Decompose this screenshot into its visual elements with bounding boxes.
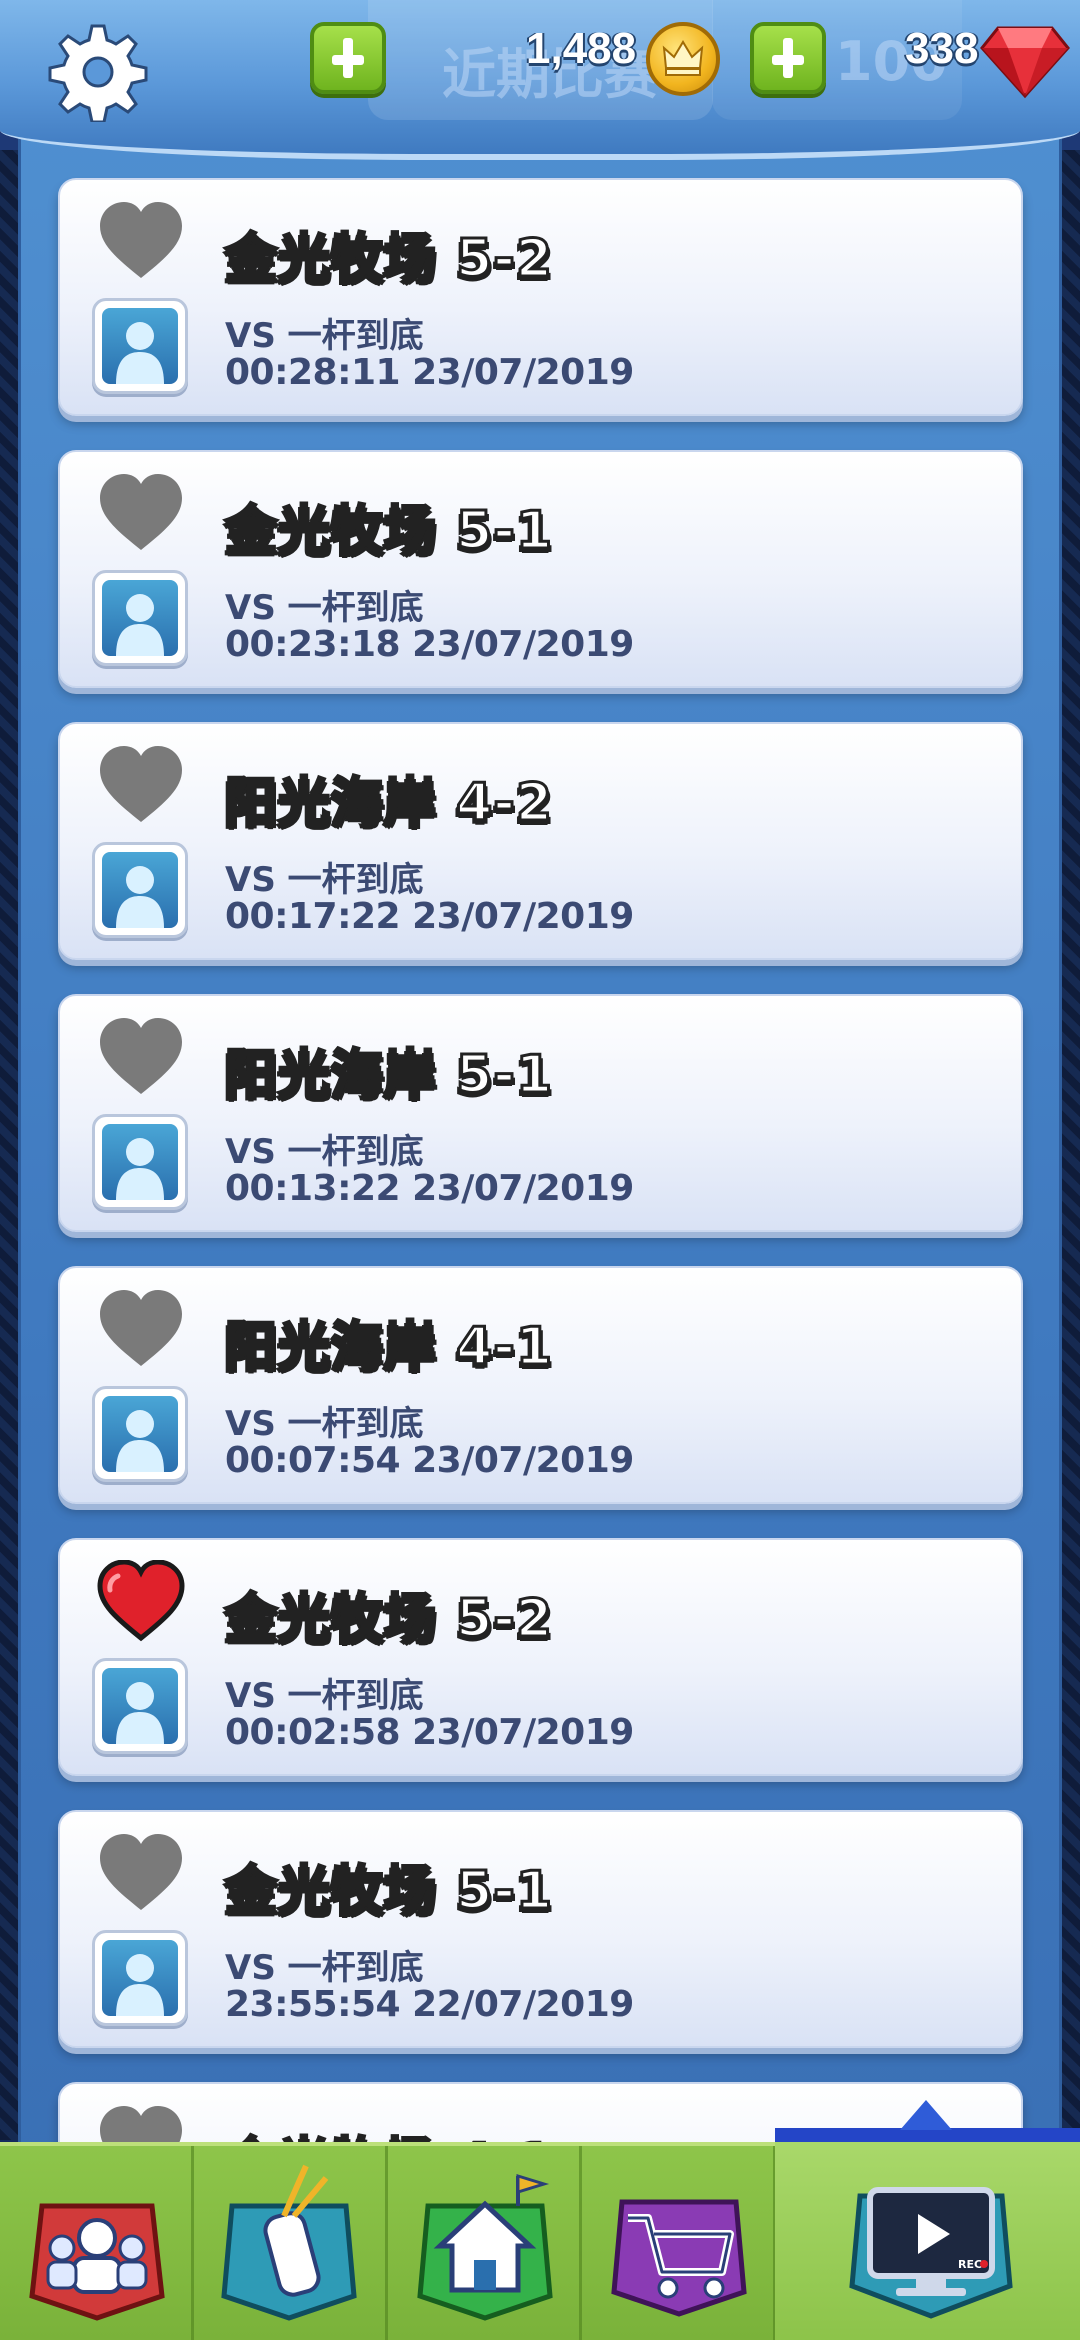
player-silhouette-icon: [116, 1138, 164, 1200]
player-silhouette-icon: [116, 866, 164, 928]
gem-count: 338: [905, 24, 979, 73]
avatar[interactable]: [92, 1386, 188, 1482]
match-timestamp: 00:23:18 23/07/2019: [225, 624, 634, 665]
active-tab-indicator: [900, 2100, 952, 2130]
opponent-label: VS 一杆到底: [225, 1132, 424, 1172]
nav-golf-bag[interactable]: [194, 2146, 388, 2340]
opponent-label: VS 一杆到底: [225, 316, 424, 356]
top-bar: 近期比赛 100 1,488 338: [0, 0, 1080, 160]
right-border: [1062, 150, 1080, 2140]
add-coins-button[interactable]: [310, 22, 386, 94]
player-silhouette-icon: [116, 1410, 164, 1472]
avatar[interactable]: [92, 1930, 188, 2026]
match-card[interactable]: 金光牧场 5-2 VS 一杆到底 00:28:11 23/07/2019: [58, 178, 1023, 416]
heart-outline-icon[interactable]: [96, 1016, 186, 1098]
course-title: 金光牧场 5-2: [223, 228, 554, 291]
course-title: 金光牧场 5-2: [223, 1588, 554, 1651]
player-silhouette-icon: [116, 1954, 164, 2016]
match-timestamp: 00:02:58 23/07/2019: [225, 1712, 634, 1753]
match-card[interactable]: 金光牧场 5-1 VS 一杆到底 00:23:18 23/07/2019: [58, 450, 1023, 688]
app-screen: 近期比赛 100 1,488 338 金光牧场 5-2 VS 一杆到底 00:2…: [0, 0, 1080, 2340]
course-title: 金光牧场 5-1: [223, 1860, 554, 1923]
red-gem-icon: [980, 26, 1070, 99]
course-title: 阳光海岸 4-1: [223, 1316, 554, 1379]
nav-home[interactable]: [388, 2146, 582, 2340]
left-border: [0, 150, 18, 2140]
opponent-label: VS 一杆到底: [225, 860, 424, 900]
avatar[interactable]: [92, 1658, 188, 1754]
replay-monitor-icon: REC: [849, 2187, 1013, 2319]
player-silhouette-icon: [116, 1682, 164, 1744]
golf-bag-icon: [221, 2164, 357, 2321]
bottom-nav: REC: [0, 2100, 1080, 2340]
rec-label: REC: [958, 2258, 982, 2271]
heart-outline-icon[interactable]: [96, 200, 186, 282]
heart-filled-icon[interactable]: [96, 1560, 186, 1642]
shop-cart-icon: [611, 2199, 747, 2317]
match-list[interactable]: 金光牧场 5-2 VS 一杆到底 00:28:11 23/07/2019 金光牧…: [58, 178, 1023, 2340]
gear-icon[interactable]: [48, 22, 148, 122]
match-card[interactable]: 阳光海岸 4-2 VS 一杆到底 00:17:22 23/07/2019: [58, 722, 1023, 960]
match-timestamp: 00:17:22 23/07/2019: [225, 896, 634, 937]
opponent-label: VS 一杆到底: [225, 1676, 424, 1716]
match-timestamp: 23:55:54 22/07/2019: [225, 1984, 634, 2025]
player-silhouette-icon: [116, 594, 164, 656]
friends-icon: [29, 2203, 165, 2321]
match-card[interactable]: 金光牧场 5-2 VS 一杆到底 00:02:58 23/07/2019: [58, 1538, 1023, 1776]
avatar[interactable]: [92, 570, 188, 666]
avatar[interactable]: [92, 842, 188, 938]
opponent-label: VS 一杆到底: [225, 1404, 424, 1444]
heart-outline-icon[interactable]: [96, 744, 186, 826]
heart-outline-icon[interactable]: [96, 1288, 186, 1370]
avatar[interactable]: [92, 298, 188, 394]
nav-friends[interactable]: [0, 2146, 194, 2340]
match-card[interactable]: 金光牧场 5-1 VS 一杆到底 23:55:54 22/07/2019: [58, 1810, 1023, 2048]
course-title: 阳光海岸 4-2: [223, 772, 554, 835]
player-silhouette-icon: [116, 322, 164, 384]
add-gems-button[interactable]: [750, 22, 826, 94]
course-title: 金光牧场 5-1: [223, 500, 554, 563]
home-icon: [417, 2173, 553, 2321]
opponent-label: VS 一杆到底: [225, 588, 424, 628]
avatar[interactable]: [92, 1114, 188, 1210]
course-title: 阳光海岸 5-1: [223, 1044, 554, 1107]
nav-shop[interactable]: [582, 2146, 776, 2340]
opponent-label: VS 一杆到底: [225, 1948, 424, 1988]
heart-outline-icon[interactable]: [96, 1832, 186, 1914]
crown-coin-icon: [646, 22, 720, 96]
match-timestamp: 00:13:22 23/07/2019: [225, 1168, 634, 1209]
heart-outline-icon[interactable]: [96, 472, 186, 554]
match-card[interactable]: 阳光海岸 4-1 VS 一杆到底 00:07:54 23/07/2019: [58, 1266, 1023, 1504]
match-timestamp: 00:28:11 23/07/2019: [225, 352, 634, 393]
coin-count: 1,488: [526, 24, 637, 73]
match-card[interactable]: 阳光海岸 5-1 VS 一杆到底 00:13:22 23/07/2019: [58, 994, 1023, 1232]
nav-replay[interactable]: REC: [776, 2146, 1080, 2340]
match-timestamp: 00:07:54 23/07/2019: [225, 1440, 634, 1481]
